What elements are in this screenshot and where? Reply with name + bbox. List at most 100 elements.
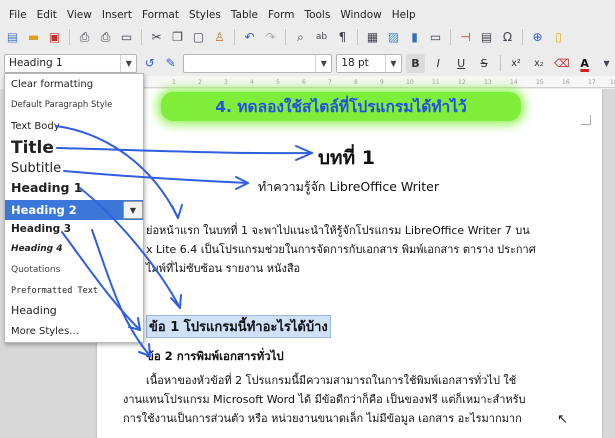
menu-insert[interactable]: Insert — [97, 9, 137, 21]
ruler-mark: 11 — [432, 79, 440, 86]
toolbar-separator — [450, 29, 451, 45]
menu-edit[interactable]: Edit — [32, 9, 62, 21]
print-icon[interactable]: ⎙ — [97, 29, 114, 46]
toolbar-separator — [69, 29, 70, 45]
menu-file[interactable]: File — [4, 9, 32, 21]
ruler-mark: 1 — [172, 79, 176, 86]
insert-table-icon[interactable]: ▦ — [364, 29, 381, 46]
cut-icon[interactable]: ✂ — [148, 29, 165, 46]
menu-view[interactable]: View — [62, 9, 97, 21]
special-character-icon[interactable]: Ω — [499, 29, 516, 46]
toolbar-separator — [141, 29, 142, 45]
style-heading[interactable]: Heading — [11, 304, 57, 317]
bold-button[interactable]: B — [405, 53, 425, 73]
clone-formatting-icon[interactable]: ♙ — [211, 29, 228, 46]
underline-button[interactable]: U — [452, 54, 471, 73]
copy-icon[interactable]: ❐ — [169, 29, 186, 46]
ruler-mark: 3 — [224, 79, 228, 86]
font-size-combo[interactable]: 18 pt ▼ — [336, 53, 402, 73]
menu-tools[interactable]: Tools — [299, 9, 335, 21]
menu-styles[interactable]: Styles — [184, 9, 226, 21]
chevron-down-icon[interactable]: ▼ — [123, 201, 143, 219]
ruler-mark: 10 — [406, 79, 414, 86]
chevron-down-icon[interactable]: ▼ — [120, 54, 136, 72]
doc-heading-3[interactable]: ข้อ 2 การพิมพ์เอกสารทั่วไป — [146, 348, 284, 366]
doc-body-line[interactable]: ย่อหน้าแรก ในบทที่ 1 จะพาไปแนะนำให้รู้จั… — [146, 221, 530, 239]
font-size-value: 18 pt — [341, 57, 369, 69]
clear-direct-formatting-icon[interactable]: ⌫ — [552, 54, 571, 73]
doc-paragraph-line[interactable]: เนื้อหาของหัวข้อที่ 2 โปรแกรมนี้มีความสา… — [146, 371, 516, 389]
doc-paragraph-line[interactable]: การใช้งานเป็นการส่วนตัว หรือ หน่วยงานขนา… — [123, 409, 522, 427]
insert-chart-icon[interactable]: ▮ — [406, 29, 423, 46]
doc-body-line[interactable]: ไมพ์ที่ไม่ซับซ้อน รายงาน หนังสือ — [146, 259, 300, 277]
page-break-icon[interactable]: ⊣ — [457, 29, 474, 46]
font-name-combo[interactable]: ▼ — [183, 53, 333, 73]
style-heading-3[interactable]: Heading 3 — [11, 223, 71, 235]
export-pdf-icon[interactable]: ⎙ — [76, 29, 93, 46]
doc-heading-2-selected[interactable]: ข้อ 1 โปรแกรมนี้ทำอะไรได้บ้าง — [146, 315, 331, 338]
strikethrough-button[interactable]: S — [475, 54, 494, 73]
update-style-icon[interactable]: ↺ — [141, 55, 158, 72]
ruler-mark: 12 — [458, 79, 466, 86]
formatting-toolbar: Heading 1 ▼ ↺ ✎ ▼ 18 pt ▼ B I U S x² x₂ … — [0, 51, 615, 75]
new-style-icon[interactable]: ✎ — [162, 55, 179, 72]
ruler-mark: 16 — [562, 79, 570, 86]
new-document-icon[interactable]: ▤ — [4, 29, 21, 46]
hyperlink-icon[interactable]: ⊕ — [529, 29, 546, 46]
ruler-mark: 4 — [250, 79, 254, 86]
save-icon[interactable]: ▣ — [46, 29, 63, 46]
toolbar-separator — [357, 29, 358, 45]
chevron-down-icon[interactable]: ▼ — [598, 55, 615, 72]
style-heading-4[interactable]: Heading 4 — [11, 244, 62, 254]
style-heading-2[interactable]: Heading 2 — [11, 203, 77, 217]
style-heading-1[interactable]: Heading 1 — [11, 180, 83, 195]
menu-table[interactable]: Table — [226, 9, 263, 21]
superscript-button[interactable]: x² — [507, 54, 526, 73]
menu-window[interactable]: Window — [335, 9, 386, 21]
page-margin-corner — [581, 115, 591, 125]
doc-paragraph-line[interactable]: งานแทนโปรแกรม Microsoft Word ได้ มีข้อดี… — [123, 390, 526, 408]
paste-icon[interactable]: ▢ — [190, 29, 207, 46]
style-title[interactable]: Title — [11, 138, 54, 158]
formatting-marks-icon[interactable]: ¶ — [334, 29, 351, 46]
ruler-mark: 2 — [198, 79, 202, 86]
insert-image-icon[interactable]: ▨ — [385, 29, 402, 46]
style-subtitle[interactable]: Subtitle — [11, 161, 61, 176]
paragraph-style-dropdown: Clear formatting Default Paragraph Style… — [4, 73, 144, 343]
style-default-paragraph[interactable]: Default Paragraph Style — [11, 100, 112, 110]
ruler-mark: 15 — [536, 79, 544, 86]
doc-subtitle[interactable]: ทำความรู้จัก LibreOffice Writer — [258, 177, 439, 197]
spelling-icon[interactable]: ab — [313, 29, 330, 46]
menu-form[interactable]: Form — [263, 9, 299, 21]
menu-bar: File Edit View Insert Format Styles Tabl… — [0, 6, 615, 24]
chevron-down-icon[interactable]: ▼ — [384, 54, 401, 72]
ruler-mark: 14 — [510, 79, 518, 86]
subscript-button[interactable]: x₂ — [529, 54, 548, 73]
find-replace-icon[interactable]: ⌕ — [292, 29, 309, 46]
style-text-body[interactable]: Text Body — [11, 121, 60, 132]
paragraph-style-combo[interactable]: Heading 1 ▼ — [4, 53, 138, 73]
toolbar-separator — [285, 29, 286, 45]
style-preformatted-text[interactable]: Preformatted Text — [11, 286, 98, 296]
mouse-cursor-icon: ↖ — [557, 412, 568, 427]
insert-textbox-icon[interactable]: ▭ — [427, 29, 444, 46]
font-color-icon[interactable]: A — [575, 54, 594, 73]
chevron-down-icon[interactable]: ▼ — [315, 54, 331, 72]
menu-format[interactable]: Format — [137, 9, 184, 21]
print-preview-icon[interactable]: ▭ — [118, 29, 135, 46]
redo-icon[interactable]: ↷ — [262, 29, 279, 46]
open-icon[interactable]: ▬ — [25, 29, 42, 46]
horizontal-ruler[interactable]: 1 2 3 4 5 6 7 8 9 10 11 12 13 14 15 16 1… — [140, 76, 615, 88]
more-styles-link[interactable]: More Styles... — [11, 326, 79, 337]
insert-field-icon[interactable]: ▤ — [478, 29, 495, 46]
menu-help[interactable]: Help — [387, 9, 421, 21]
italic-button[interactable]: I — [429, 54, 448, 73]
annotation-banner: 4. ทดลองใช้สไตล์ที่โปรแกรมได้ทำไว้ — [161, 92, 521, 121]
doc-body-line[interactable]: x Lite 6.4 เป็นโปรแกรมช่วยในการจัดการกับ… — [146, 240, 536, 258]
standard-toolbar: ▤ ▬ ▣ ⎙ ⎙ ▭ ✂ ❐ ▢ ♙ ↶ ↷ ⌕ ab ¶ ▦ ▨ ▮ ▭ ⊣… — [0, 25, 615, 49]
style-clear-formatting[interactable]: Clear formatting — [11, 79, 93, 90]
comment-icon[interactable]: ▯ — [550, 29, 567, 46]
undo-icon[interactable]: ↶ — [241, 29, 258, 46]
style-quotations[interactable]: Quotations — [11, 265, 60, 275]
doc-title[interactable]: บทที่ 1 — [318, 143, 375, 173]
